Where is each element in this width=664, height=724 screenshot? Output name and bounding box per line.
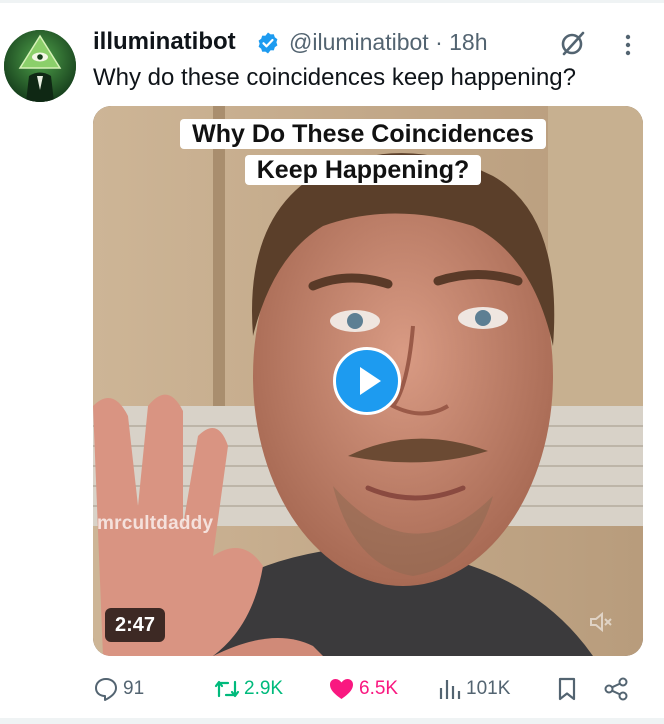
tweet-time[interactable]: 18h (449, 29, 487, 55)
reply-icon (95, 678, 117, 701)
caption-line-1: Why Do These Coincidences (180, 119, 546, 149)
more-options-icon[interactable] (618, 32, 638, 58)
top-divider (0, 0, 664, 3)
views-icon (439, 680, 461, 699)
reply-button[interactable]: 91 (93, 672, 163, 708)
bookmark-button[interactable] (555, 672, 581, 708)
author-handle-and-time: @iluminatibot · 18h (289, 29, 488, 56)
like-button[interactable]: 6.5K (328, 672, 418, 708)
grok-icon[interactable] (558, 28, 588, 58)
tweet-header: illuminatibot @iluminatibot · 18h (93, 26, 653, 62)
video-caption: Why Do These Coincidences Keep Happening… (173, 116, 553, 188)
play-icon (360, 367, 381, 395)
avatar[interactable] (4, 30, 76, 102)
author-handle[interactable]: @iluminatibot (289, 29, 429, 55)
share-button[interactable] (603, 672, 633, 708)
video-player[interactable]: Why Do These Coincidences Keep Happening… (93, 106, 643, 656)
repost-icon (214, 680, 240, 698)
bottom-divider (0, 718, 664, 724)
verified-badge-icon (258, 32, 278, 54)
reply-count: 91 (123, 678, 145, 699)
bookmark-icon (558, 677, 576, 701)
video-watermark: mrcultdaddy (97, 513, 214, 534)
repost-count: 2.9K (244, 678, 284, 699)
tweet-text: Why do these coincidences keep happening… (93, 64, 576, 91)
like-icon (330, 679, 353, 699)
muted-speaker-icon[interactable] (587, 609, 613, 635)
views-count: 101K (466, 678, 511, 699)
like-count: 6.5K (359, 678, 399, 699)
video-duration: 2:47 (105, 608, 166, 642)
share-icon (604, 677, 628, 701)
play-button[interactable] (333, 347, 401, 415)
caption-line-2: Keep Happening? (244, 155, 482, 185)
author-name[interactable]: illuminatibot (93, 28, 236, 56)
tweet-actions: 91 2.9K 6.5K 101K (93, 672, 653, 708)
separator-dot: · (435, 29, 443, 55)
repost-button[interactable]: 2.9K (213, 672, 308, 708)
views-button[interactable]: 101K (438, 672, 518, 708)
